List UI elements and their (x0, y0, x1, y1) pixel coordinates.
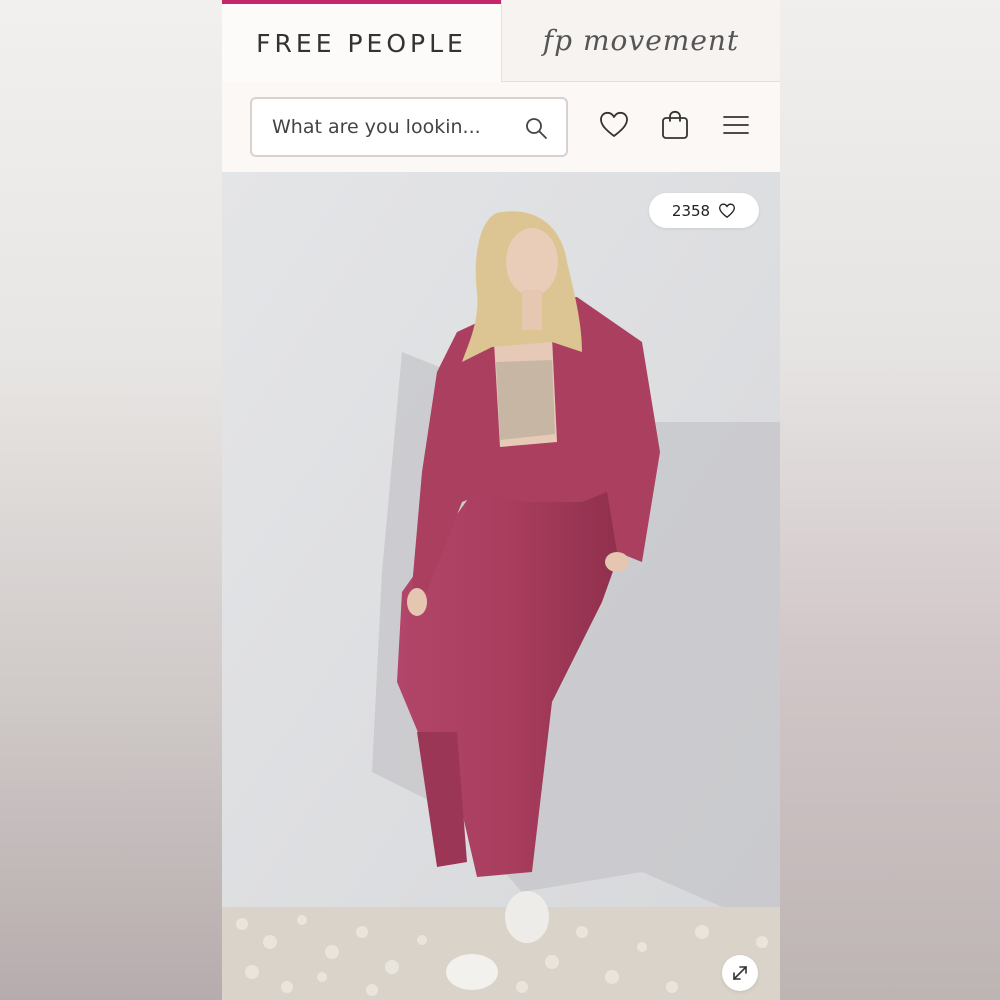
search-icon[interactable] (524, 116, 548, 140)
search-box[interactable] (250, 97, 568, 157)
expand-icon (733, 966, 747, 980)
menu-icon[interactable] (720, 109, 752, 141)
background-left (0, 0, 222, 1000)
like-count: 2358 (671, 201, 711, 220)
like-button[interactable]: 2358 (649, 193, 759, 228)
product-photo (222, 172, 780, 1000)
free-people-logo: FREE PEOPLE (256, 28, 467, 58)
header-bar (222, 82, 780, 173)
brand-tabs: FREE PEOPLE fp movement (222, 0, 780, 82)
background-right (780, 0, 1000, 1000)
fp-movement-logo: fp movement (542, 24, 740, 57)
expand-button[interactable] (722, 955, 758, 991)
mobile-screen: FREE PEOPLE fp movement What are you loo… (222, 0, 780, 1000)
heart-icon (719, 202, 736, 218)
tab-free-people[interactable]: FREE PEOPLE (222, 0, 501, 82)
tab-fp-movement[interactable]: fp movement (501, 0, 780, 82)
heart-icon[interactable] (598, 109, 630, 141)
search-input[interactable] (272, 99, 512, 155)
product-image[interactable]: 2358 (222, 172, 780, 1000)
bag-icon[interactable] (659, 109, 691, 141)
